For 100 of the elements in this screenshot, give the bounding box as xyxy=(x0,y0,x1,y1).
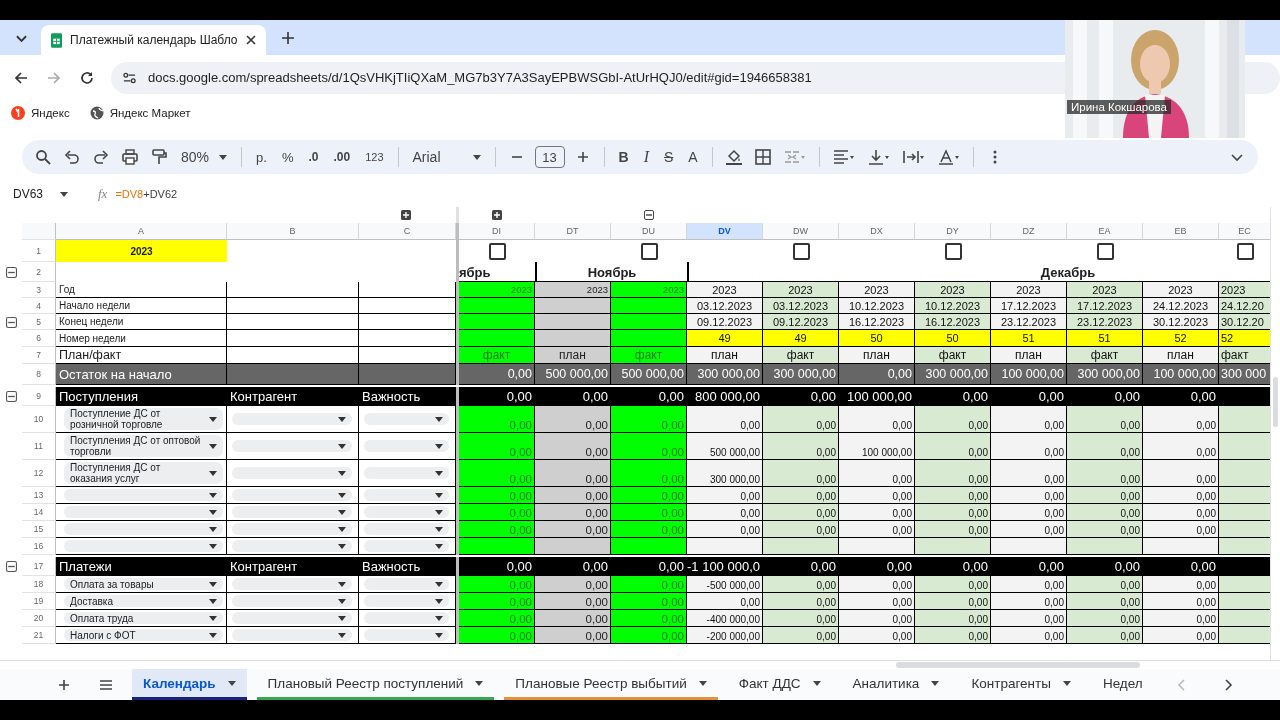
number-format-button[interactable]: 123 xyxy=(361,148,388,166)
borders-icon[interactable] xyxy=(754,149,771,165)
percent-button[interactable]: % xyxy=(277,146,298,168)
collapse-group-icon[interactable] xyxy=(5,391,17,402)
caret-icon xyxy=(209,598,217,604)
column-header[interactable]: EC xyxy=(1219,223,1270,240)
formula-field[interactable]: =DV8+DV62 xyxy=(115,188,178,200)
table-cell: -1 100 000,0 xyxy=(687,557,763,576)
merge-cells-icon[interactable] xyxy=(783,149,806,165)
name-box[interactable]: DV63 xyxy=(0,187,76,201)
back-arrow-icon[interactable] xyxy=(14,70,28,85)
row-label-cell: Остаток на начало xyxy=(56,364,227,385)
table-cell: 0,00 xyxy=(611,610,687,627)
reload-icon[interactable] xyxy=(80,70,94,85)
table-cell: 0,00 xyxy=(1067,610,1143,627)
table-cell: 0,00 xyxy=(991,433,1067,460)
collapse-group-icon[interactable] xyxy=(5,316,17,328)
strikethrough-button[interactable]: S xyxy=(659,146,678,168)
currency-button[interactable]: р. xyxy=(252,146,271,168)
table-cell: 10.12.2023 xyxy=(839,298,915,314)
collapse-group-icon[interactable] xyxy=(5,266,17,278)
column-header[interactable]: DY xyxy=(915,223,991,240)
dropdown-chip[interactable]: Поступление ДС от розничной торговле xyxy=(64,408,223,430)
caret-icon xyxy=(435,470,443,476)
bookmark-link[interactable]: Яндекс xyxy=(11,105,70,120)
vertical-scrollbar[interactable] xyxy=(1270,207,1280,660)
bold-button[interactable]: B xyxy=(614,146,633,168)
table-cell: 2023 xyxy=(763,282,839,298)
table-cell: 0,00 xyxy=(839,521,915,538)
column-header[interactable]: DT xyxy=(535,223,611,240)
redo-icon[interactable] xyxy=(93,149,109,165)
sheet-tab[interactable]: Факт ДДС xyxy=(727,669,832,700)
column-header[interactable]: B xyxy=(227,223,359,240)
expand-group-icon[interactable] xyxy=(492,210,502,220)
text-rotation-icon[interactable] xyxy=(937,149,960,165)
collapse-group-icon[interactable] xyxy=(644,210,654,220)
print-icon[interactable] xyxy=(122,149,138,165)
dropdown-chip[interactable]: Поступления ДС от оптовой торговли xyxy=(64,435,223,457)
column-header[interactable]: A xyxy=(56,223,227,240)
decrease-decimals-button[interactable]: .0 xyxy=(304,147,323,167)
table-cell: 50 xyxy=(839,330,915,347)
text-wrap-icon[interactable] xyxy=(902,149,925,165)
checkbox[interactable] xyxy=(640,242,658,260)
dropdown-chip[interactable]: Налоги с ФОТ xyxy=(64,629,223,641)
sheet-tab[interactable]: Недел xyxy=(1091,669,1154,700)
collapse-group-icon[interactable] xyxy=(5,561,17,572)
column-header[interactable]: DX xyxy=(839,223,915,240)
font-size-field[interactable]: 13 xyxy=(534,146,565,168)
column-header[interactable]: DW xyxy=(763,223,839,240)
checkbox[interactable] xyxy=(792,242,810,260)
bookmark-link[interactable]: Яндекс Маркет xyxy=(89,105,191,120)
dropdown-chip[interactable]: Поступления ДС от оказания услуг xyxy=(64,462,223,484)
table-cell: 0,00 xyxy=(535,487,611,504)
zoom-dropdown[interactable]: 80% xyxy=(177,146,232,168)
corner-cell[interactable] xyxy=(22,223,56,240)
plus-icon[interactable] xyxy=(281,32,294,44)
dropdown-chip[interactable]: Оплата труда xyxy=(64,612,223,624)
column-header[interactable]: DI xyxy=(459,223,535,240)
checkbox[interactable] xyxy=(1096,242,1114,260)
horizontal-scrollbar[interactable] xyxy=(896,662,1140,668)
table-cell: 16.12.2023 xyxy=(915,314,991,330)
table-cell: 52 xyxy=(1219,330,1270,347)
site-settings-icon[interactable] xyxy=(123,71,136,84)
close-icon[interactable] xyxy=(245,35,256,45)
text-color-button[interactable]: A xyxy=(684,146,702,168)
dropdown-chip[interactable]: Доставка xyxy=(64,595,223,607)
column-header[interactable]: EA xyxy=(1067,223,1143,240)
table-cell: 0,00 xyxy=(839,406,915,433)
italic-button[interactable]: I xyxy=(639,145,653,169)
column-header[interactable]: DV xyxy=(687,223,763,240)
column-header[interactable]: DZ xyxy=(991,223,1067,240)
column-header[interactable]: EB xyxy=(1143,223,1219,240)
table-cell: 0,00 xyxy=(763,521,839,538)
undo-icon[interactable] xyxy=(64,149,80,165)
checkbox[interactable] xyxy=(1236,242,1254,260)
sheet-tab[interactable]: Контрагенты xyxy=(960,669,1082,700)
column-header[interactable]: DU xyxy=(611,223,687,240)
checkbox[interactable] xyxy=(944,242,962,260)
font-dropdown[interactable]: Arial xyxy=(408,146,485,168)
sheet-tab[interactable]: Календарь xyxy=(132,669,247,700)
dropdown-chip[interactable]: Оплата за товары xyxy=(64,578,223,590)
caret-icon xyxy=(1062,680,1071,686)
sheet-tab[interactable]: Аналитика xyxy=(841,669,951,700)
table-cell: 0,00 xyxy=(915,487,991,504)
expand-group-icon[interactable] xyxy=(401,210,411,220)
table-cell: 0,00 xyxy=(991,576,1067,593)
table-cell: 100 000,00 xyxy=(839,387,915,406)
table-cell: 0,00 xyxy=(839,627,915,644)
paint-bucket-icon[interactable] xyxy=(725,149,742,165)
chevron-down-icon[interactable] xyxy=(16,35,27,43)
align-left-icon[interactable] xyxy=(832,149,855,165)
increase-decimals-button[interactable]: .00 xyxy=(329,147,355,167)
search-icon[interactable] xyxy=(35,149,51,165)
column-header[interactable]: C xyxy=(359,223,456,240)
checkbox[interactable] xyxy=(488,242,506,260)
browser-tab[interactable]: Платежный календарь Шабло xyxy=(41,25,266,55)
table-cell: 0,00 xyxy=(991,521,1067,538)
align-bottom-icon[interactable] xyxy=(867,149,890,165)
paint-roller-icon[interactable] xyxy=(151,149,167,165)
table-cell: план xyxy=(1143,347,1219,364)
